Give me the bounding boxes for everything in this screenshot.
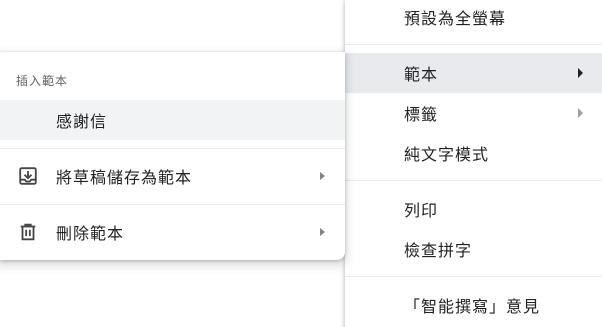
menu-item-label: 純文字模式 <box>404 145 490 164</box>
submenu-header: 插入範本 <box>16 74 69 88</box>
menu-item-templates[interactable]: 範本 <box>345 53 602 93</box>
action-label: 刪除範本 <box>56 224 125 243</box>
submenu-arrow-icon <box>578 68 583 78</box>
template-label: 感謝信 <box>56 112 108 131</box>
submenu-arrow-icon <box>320 172 325 180</box>
submenu-divider <box>0 204 345 205</box>
save-draft-icon <box>19 167 37 185</box>
save-draft-as-template-item[interactable]: 將草稿儲存為範本 <box>0 156 345 196</box>
trash-icon <box>20 223 36 241</box>
menu-item-labels[interactable]: 標籤 <box>345 93 602 133</box>
screen: 預設為全螢幕 範本 標籤 純文字模式 列印 檢查拼字 「智能撰寫」意見 插入範本 <box>0 0 602 327</box>
action-label: 將草稿儲存為範本 <box>56 168 193 187</box>
submenu-arrow-icon <box>578 108 583 118</box>
menu-item-label: 列印 <box>404 201 439 220</box>
menu-item-smart-compose-feedback[interactable]: 「智能撰寫」意見 <box>345 285 602 325</box>
submenu-divider <box>0 148 345 149</box>
menu-divider <box>345 180 602 181</box>
menu-item-check-spelling[interactable]: 檢查拼字 <box>345 229 602 269</box>
menu-divider <box>345 44 602 45</box>
menu-divider <box>345 276 602 277</box>
templates-submenu: 插入範本 感謝信 將草稿儲存為範本 刪除範本 <box>0 52 345 260</box>
menu-item-label: 檢查拼字 <box>404 241 473 260</box>
menu-item-label: 範本 <box>404 65 439 84</box>
template-item[interactable]: 感謝信 <box>0 100 345 140</box>
more-options-menu: 預設為全螢幕 範本 標籤 純文字模式 列印 檢查拼字 「智能撰寫」意見 <box>345 0 602 327</box>
menu-item-label: 標籤 <box>404 105 439 124</box>
menu-item-print[interactable]: 列印 <box>345 189 602 229</box>
delete-template-item[interactable]: 刪除範本 <box>0 212 345 252</box>
submenu-arrow-icon <box>320 228 325 236</box>
menu-item-label: 預設為全螢幕 <box>404 9 507 28</box>
menu-item-label: 「智能撰寫」意見 <box>404 297 541 316</box>
menu-item-default-fullscreen[interactable]: 預設為全螢幕 <box>345 0 602 37</box>
menu-item-plain-text-mode[interactable]: 純文字模式 <box>345 133 602 173</box>
